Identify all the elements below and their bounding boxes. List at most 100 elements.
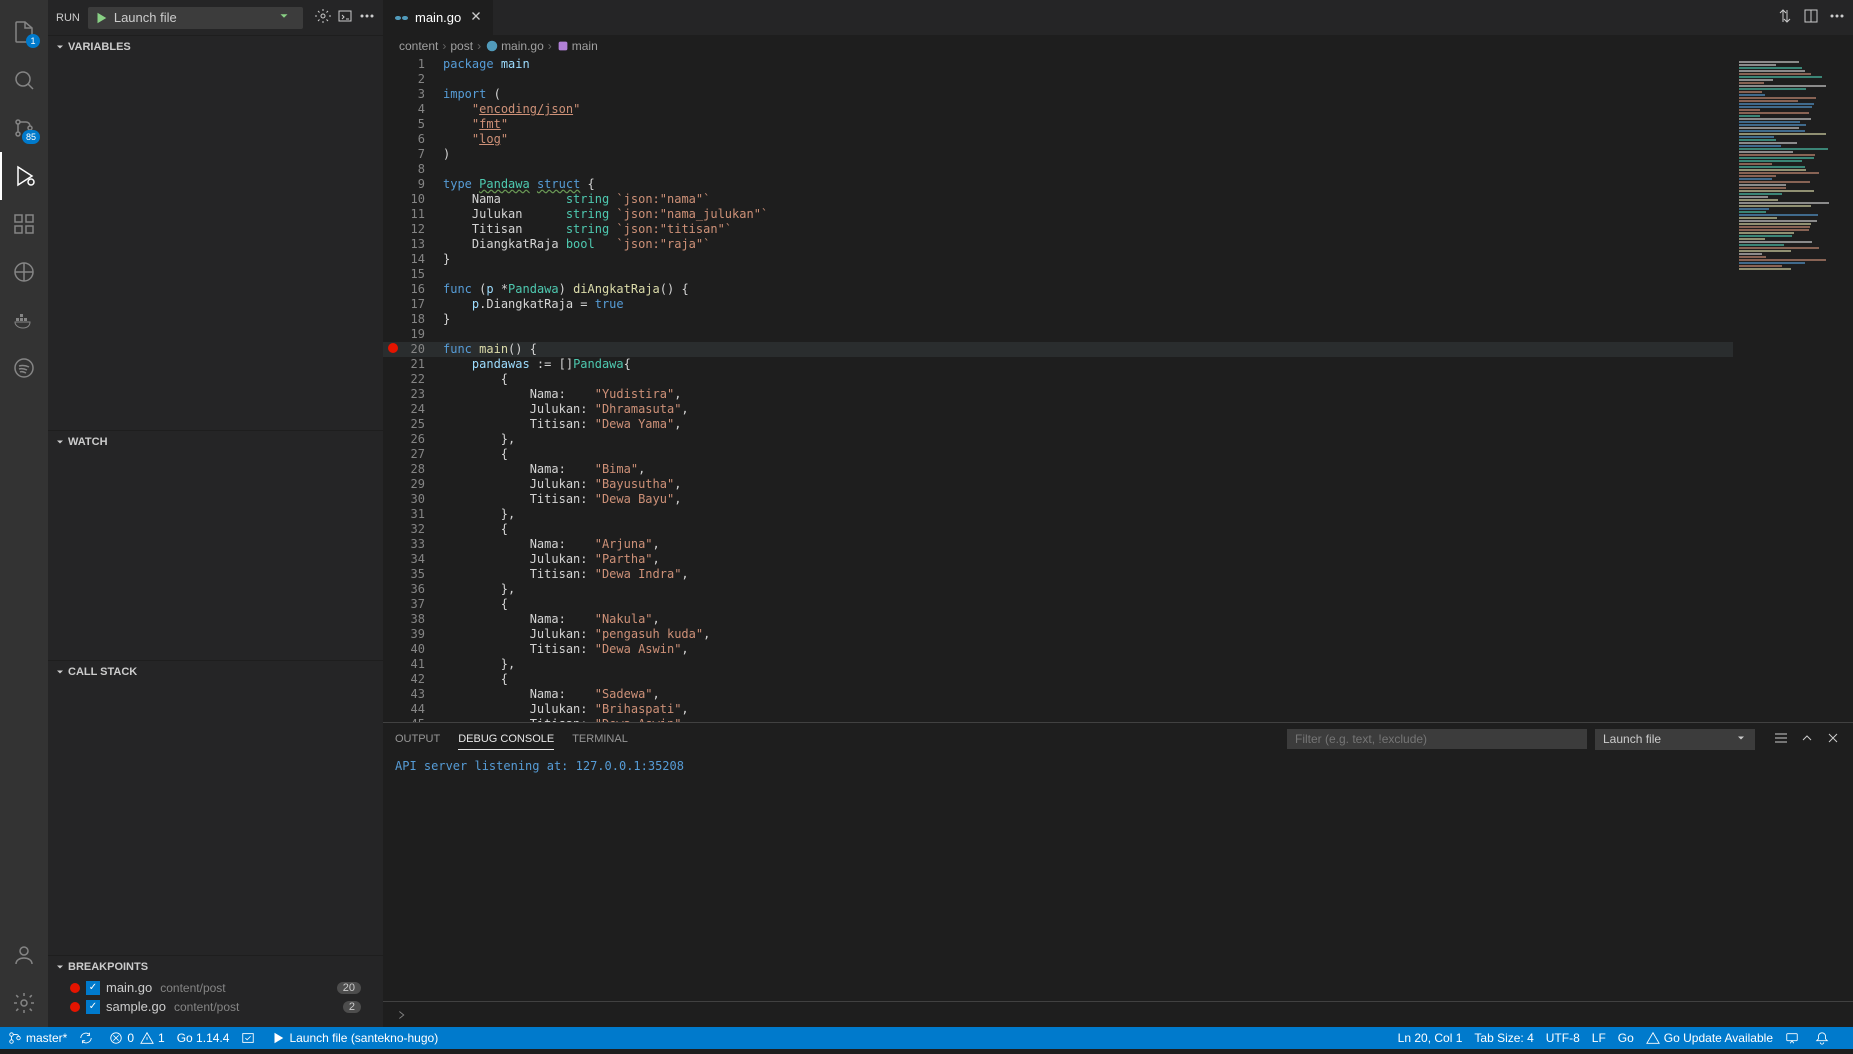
debug-target-select[interactable]: Launch file	[1595, 729, 1755, 750]
clear-icon[interactable]	[1773, 730, 1789, 749]
compare-icon[interactable]	[1777, 8, 1793, 27]
breakpoint-icon[interactable]	[388, 343, 398, 353]
code-line[interactable]: 20func main() {	[383, 342, 1733, 357]
code-line[interactable]: 22 {	[383, 372, 1733, 387]
more-tab-icon[interactable]	[1829, 8, 1845, 27]
panel-tab-terminal[interactable]: TERMINAL	[572, 729, 628, 749]
breadcrumb[interactable]: content› post› main.go› main	[383, 35, 1853, 57]
status-sync[interactable]	[79, 1031, 97, 1045]
activity-account[interactable]	[0, 931, 48, 979]
code-line[interactable]: 4 "encoding/json"	[383, 102, 1733, 117]
code-line[interactable]: 26 },	[383, 432, 1733, 447]
code-line[interactable]: 5 "fmt"	[383, 117, 1733, 132]
more-icon[interactable]	[359, 8, 375, 27]
code-line[interactable]: 8	[383, 162, 1733, 177]
code-line[interactable]: 32 {	[383, 522, 1733, 537]
run-config-select[interactable]: Launch file	[88, 7, 303, 29]
code-line[interactable]: 1package main	[383, 57, 1733, 72]
code-line[interactable]: 40 Titisan: "Dewa Aswin",	[383, 642, 1733, 657]
code-line[interactable]: 19	[383, 327, 1733, 342]
code-line[interactable]: 34 Julukan: "Partha",	[383, 552, 1733, 567]
split-icon[interactable]	[1803, 8, 1819, 27]
code-line[interactable]: 2	[383, 72, 1733, 87]
status-update[interactable]: Go Update Available	[1646, 1031, 1773, 1045]
code-line[interactable]: 41 },	[383, 657, 1733, 672]
activity-run[interactable]	[0, 152, 48, 200]
code-line[interactable]: 36 },	[383, 582, 1733, 597]
code-line[interactable]: 29 Julukan: "Bayusutha",	[383, 477, 1733, 492]
status-debug-config[interactable]: Launch file (santekno-hugo)	[271, 1031, 438, 1045]
code-line[interactable]: 44 Julukan: "Brihaspati",	[383, 702, 1733, 717]
code-line[interactable]: 37 {	[383, 597, 1733, 612]
status-eol[interactable]: LF	[1592, 1031, 1606, 1045]
debug-console-icon[interactable]	[337, 8, 353, 27]
code-line[interactable]: 15	[383, 267, 1733, 282]
status-tabsize[interactable]: Tab Size: 4	[1474, 1031, 1533, 1045]
code-line[interactable]: 13 DiangkatRaja bool `json:"raja"`	[383, 237, 1733, 252]
debug-input[interactable]	[383, 1001, 1853, 1027]
status-bell[interactable]	[1815, 1031, 1833, 1045]
panel-tab-debug-console[interactable]: DEBUG CONSOLE	[458, 729, 554, 750]
code-line[interactable]: 24 Julukan: "Dhramasuta",	[383, 402, 1733, 417]
activity-scm[interactable]: 85	[0, 104, 48, 152]
status-analysis[interactable]	[241, 1031, 259, 1045]
activity-explorer[interactable]: 1	[0, 8, 48, 56]
checkbox-icon[interactable]: ✓	[86, 981, 100, 995]
breakpoint-item[interactable]: ✓ sample.go content/post 2	[48, 997, 383, 1016]
code-line[interactable]: 39 Julukan: "pengasuh kuda",	[383, 627, 1733, 642]
activity-docker[interactable]	[0, 296, 48, 344]
code-line[interactable]: 25 Titisan: "Dewa Yama",	[383, 417, 1733, 432]
code-line[interactable]: 3import (	[383, 87, 1733, 102]
panel-tab-output[interactable]: OUTPUT	[395, 729, 440, 749]
code-line[interactable]: 42 {	[383, 672, 1733, 687]
code-line[interactable]: 43 Nama: "Sadewa",	[383, 687, 1733, 702]
status-feedback[interactable]	[1785, 1031, 1803, 1045]
close-panel-icon[interactable]	[1825, 730, 1841, 749]
code-line[interactable]: 11 Julukan string `json:"nama_julukan"`	[383, 207, 1733, 222]
status-go-version[interactable]: Go 1.14.4	[177, 1031, 230, 1045]
activity-remote[interactable]	[0, 248, 48, 296]
editor[interactable]: 1package main23import (4 "encoding/json"…	[383, 57, 1853, 722]
code-line[interactable]: 16func (p *Pandawa) diAngkatRaja() {	[383, 282, 1733, 297]
code-line[interactable]: 6 "log"	[383, 132, 1733, 147]
code-line[interactable]: 14}	[383, 252, 1733, 267]
chevron-up-icon[interactable]	[1799, 730, 1815, 749]
activity-extensions[interactable]	[0, 200, 48, 248]
section-breakpoints[interactable]: BREAKPOINTS	[48, 956, 383, 978]
breakpoint-item[interactable]: ✓ main.go content/post 20	[48, 978, 383, 997]
code-line[interactable]: 9type Pandawa struct {	[383, 177, 1733, 192]
code-line[interactable]: 18}	[383, 312, 1733, 327]
code-line[interactable]: 33 Nama: "Arjuna",	[383, 537, 1733, 552]
code-line[interactable]: 28 Nama: "Bima",	[383, 462, 1733, 477]
status-problems[interactable]: 0 1	[109, 1031, 164, 1045]
status-encoding[interactable]: UTF-8	[1546, 1031, 1580, 1045]
status-lang[interactable]: Go	[1618, 1031, 1634, 1045]
gear-icon[interactable]	[315, 8, 331, 27]
close-icon[interactable]	[469, 9, 483, 26]
status-branch[interactable]: master*	[8, 1031, 67, 1045]
activity-spotify[interactable]	[0, 344, 48, 392]
code-line[interactable]: 31 },	[383, 507, 1733, 522]
code-line[interactable]: 27 {	[383, 447, 1733, 462]
code-line[interactable]: 38 Nama: "Nakula",	[383, 612, 1733, 627]
filter-input[interactable]	[1287, 729, 1587, 749]
code-line[interactable]: 21 pandawas := []Pandawa{	[383, 357, 1733, 372]
section-callstack[interactable]: CALL STACK	[48, 661, 383, 683]
code-line[interactable]: 12 Titisan string `json:"titisan"`	[383, 222, 1733, 237]
code-line[interactable]: 17 p.DiangkatRaja = true	[383, 297, 1733, 312]
activity-settings[interactable]	[0, 979, 48, 1027]
minimap[interactable]	[1733, 57, 1853, 722]
code-line[interactable]: 23 Nama: "Yudistira",	[383, 387, 1733, 402]
activity-search[interactable]	[0, 56, 48, 104]
code-line[interactable]: 10 Nama string `json:"nama"`	[383, 192, 1733, 207]
section-watch[interactable]: WATCH	[48, 431, 383, 453]
code-line[interactable]: 30 Titisan: "Dewa Bayu",	[383, 492, 1733, 507]
section-variables[interactable]: VARIABLES	[48, 36, 383, 58]
code-line[interactable]: 7)	[383, 147, 1733, 162]
tab-label: main.go	[415, 10, 461, 25]
status-cursor[interactable]: Ln 20, Col 1	[1398, 1031, 1463, 1045]
tab-main-go[interactable]: main.go	[383, 0, 493, 35]
checkbox-icon[interactable]: ✓	[86, 1000, 100, 1014]
code-line[interactable]: 45 Titisan: "Dewa Aswin",	[383, 717, 1733, 722]
code-line[interactable]: 35 Titisan: "Dewa Indra",	[383, 567, 1733, 582]
